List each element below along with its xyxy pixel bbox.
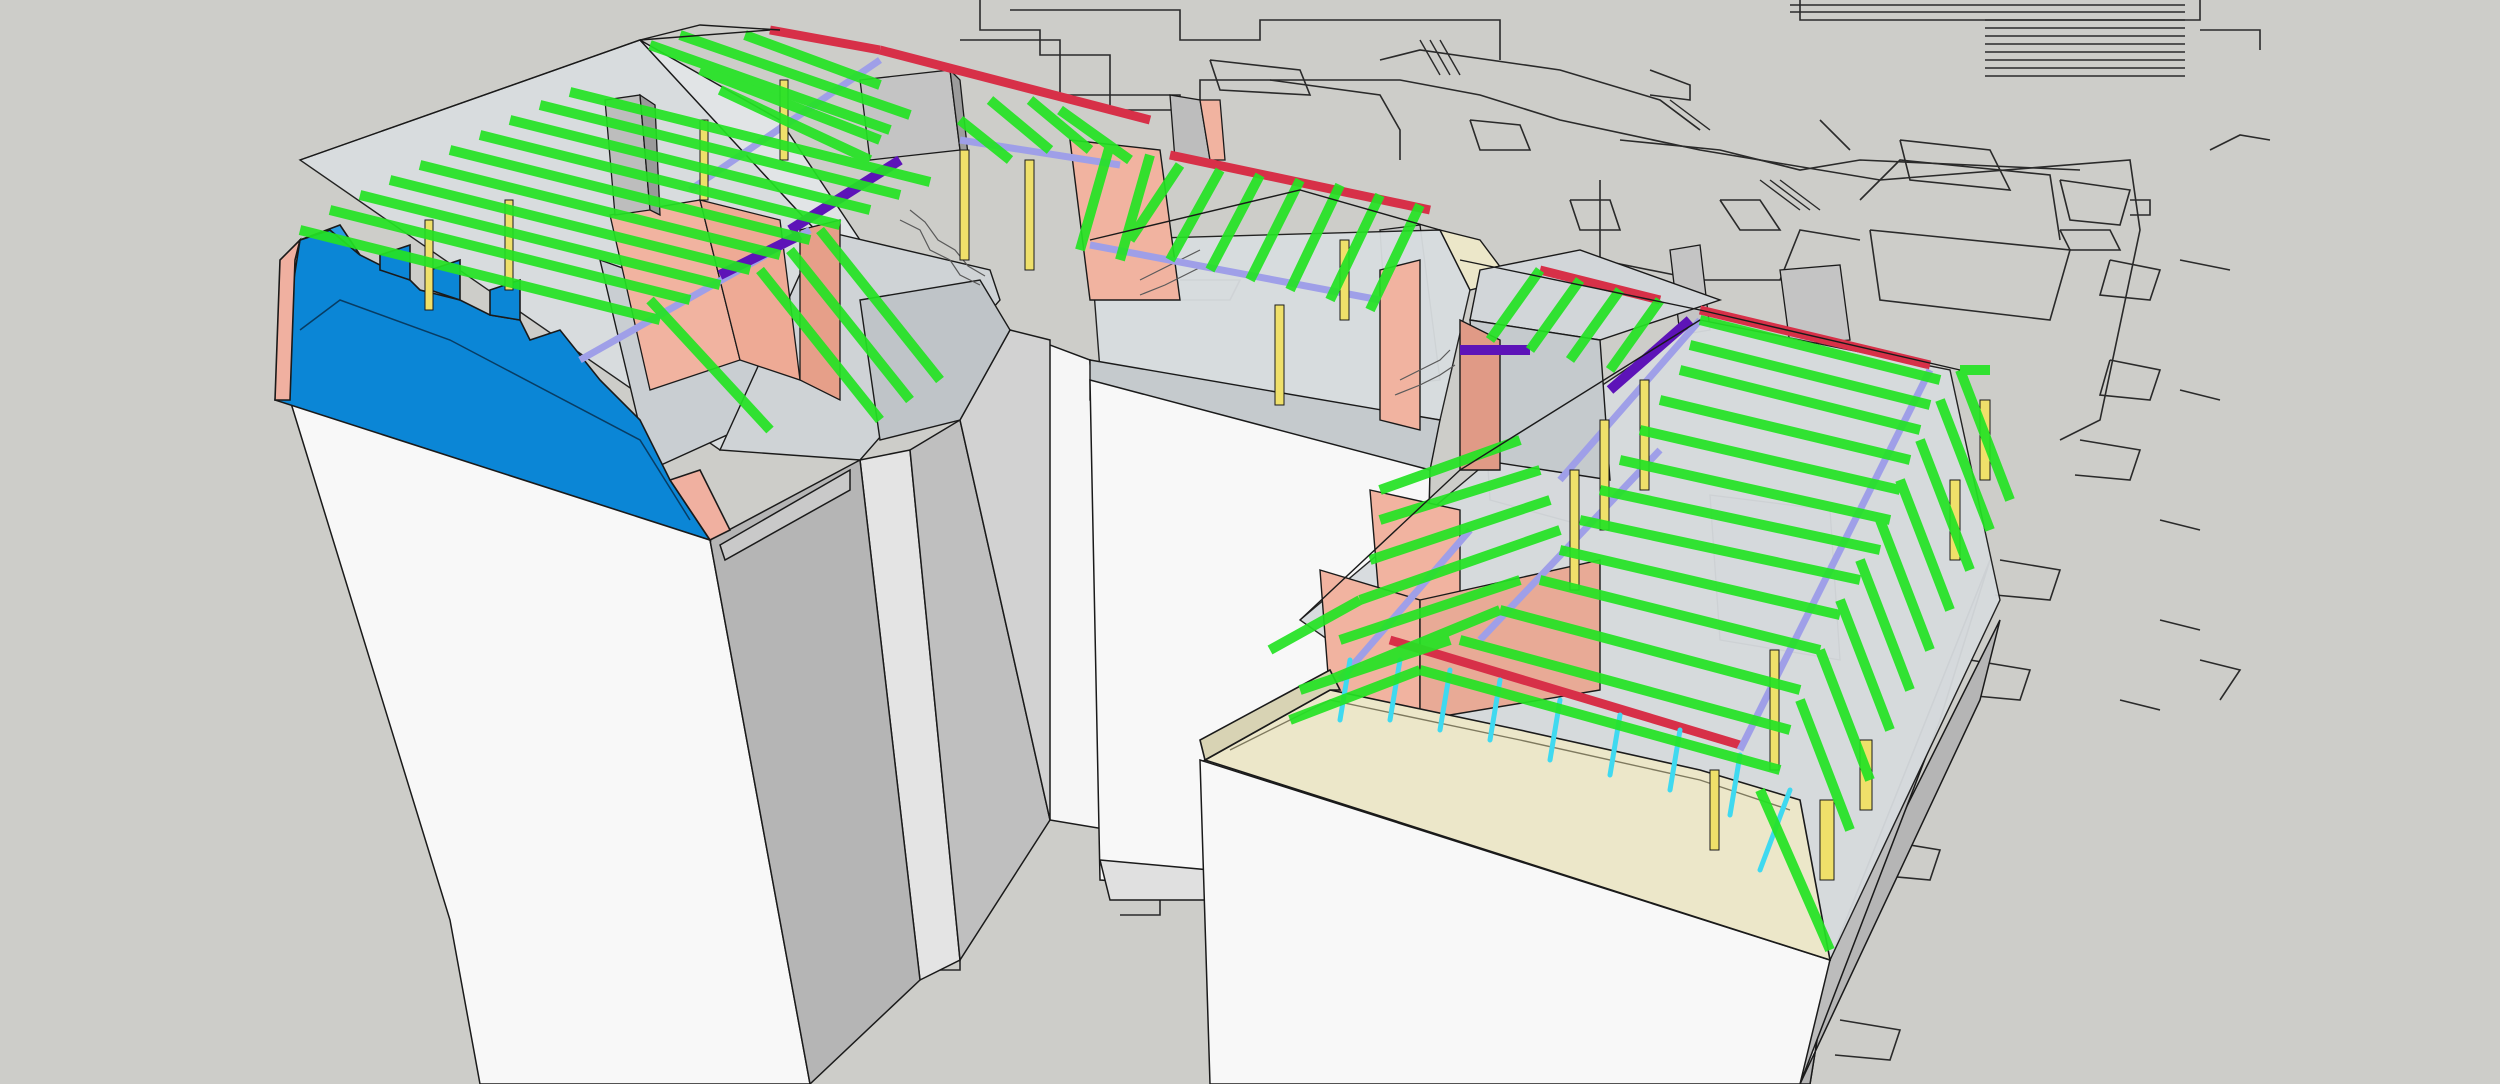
model-canvas[interactable] [0, 0, 2500, 1084]
floor-plan-hatch [1419, 4, 2185, 211]
model-viewport[interactable] [0, 0, 2500, 1084]
